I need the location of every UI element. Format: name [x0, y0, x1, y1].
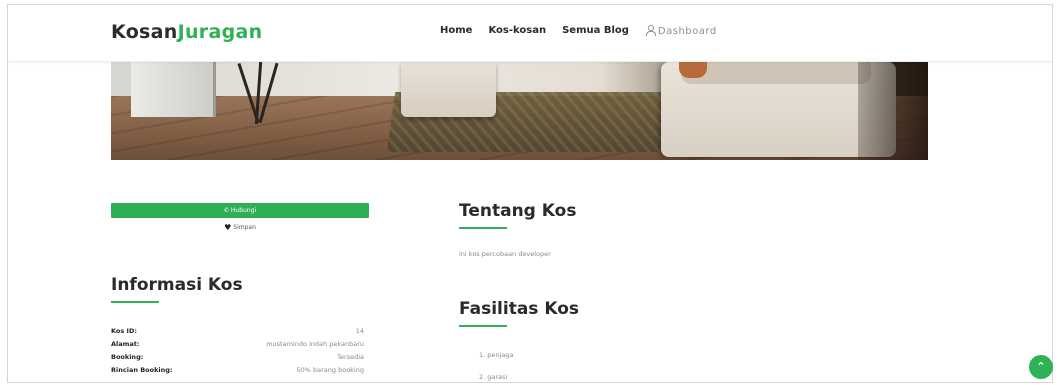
heart-icon: ♥ — [224, 223, 232, 232]
info-key: Kos ID: — [111, 327, 137, 335]
browser-viewport: KosanJuragan Home Kos-kosan Semua Blog D… — [7, 4, 1053, 383]
info-title: Informasi Kos — [111, 275, 243, 295]
list-item: 1. penjaga — [479, 351, 514, 359]
nav-item-home[interactable]: Home — [440, 25, 472, 37]
info-value: mustamindo indah pekanbaru — [266, 340, 364, 348]
phone-icon: ✆ — [223, 207, 229, 214]
save-label: Simpan — [233, 224, 256, 231]
save-button[interactable]: ♥ Simpan — [111, 223, 369, 232]
info-key: Booking: — [111, 353, 144, 361]
top-navbar: KosanJuragan Home Kos-kosan Semua Blog D… — [8, 5, 1052, 62]
title-underline — [459, 227, 507, 229]
scroll-top-button[interactable]: ⌃ — [1029, 355, 1053, 379]
info-row: Rincian Booking: 50% barang booking — [111, 364, 364, 377]
info-table: Kos ID: 14 Alamat: mustamindo indah peka… — [111, 325, 364, 377]
brand-part1: Kosan — [111, 21, 178, 43]
user-icon — [645, 25, 656, 36]
main-nav: Home Kos-kosan Semua Blog Dashboard — [440, 25, 717, 37]
info-value: 50% barang booking — [296, 366, 365, 374]
contact-label: Hubungi — [230, 207, 257, 214]
info-key: Alamat: — [111, 340, 140, 348]
info-value: Tersedia — [337, 353, 364, 361]
about-text: ini kos percobaan developer — [459, 250, 551, 258]
facilities-list: 1. penjaga 2. garasi — [479, 349, 514, 382]
nav-item-kos-kosan[interactable]: Kos-kosan — [488, 25, 546, 37]
info-row: Alamat: mustamindo indah pekanbaru — [111, 338, 364, 351]
info-value: 14 — [355, 327, 364, 335]
chevron-up-icon: ⌃ — [1036, 360, 1046, 373]
list-item: 2. garasi — [479, 373, 508, 381]
nav-item-semua-blog[interactable]: Semua Blog — [562, 25, 629, 37]
facilities-title: Fasilitas Kos — [459, 299, 579, 319]
contact-button[interactable]: ✆ Hubungi — [111, 203, 369, 218]
brand-logo[interactable]: KosanJuragan — [111, 21, 262, 43]
info-row: Kos ID: 14 — [111, 325, 364, 338]
info-key: Rincian Booking: — [111, 366, 173, 374]
about-title: Tentang Kos — [459, 201, 577, 221]
brand-part2: Juragan — [177, 21, 263, 43]
title-underline — [459, 325, 507, 327]
nav-item-dashboard[interactable]: Dashboard — [645, 25, 717, 37]
hero-image — [111, 62, 928, 160]
nav-dashboard-label: Dashboard — [657, 26, 717, 37]
info-row: Booking: Tersedia — [111, 351, 364, 364]
title-underline — [111, 301, 159, 303]
